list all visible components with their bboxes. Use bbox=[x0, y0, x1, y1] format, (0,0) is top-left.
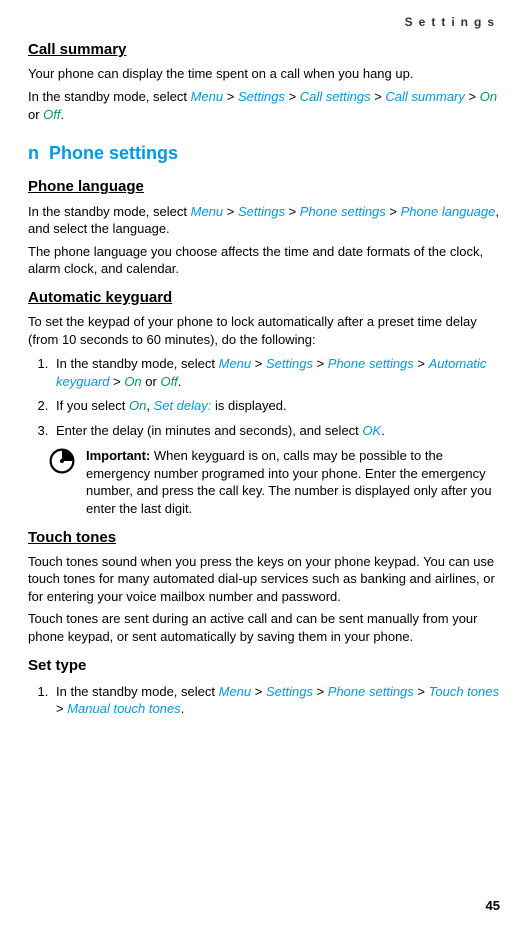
sep: > bbox=[313, 684, 328, 699]
sep: > bbox=[386, 204, 401, 219]
sep: > bbox=[251, 356, 266, 371]
text: . bbox=[381, 423, 385, 438]
on-option: On bbox=[480, 89, 497, 104]
list-item: In the standby mode, select Menu > Setti… bbox=[52, 683, 500, 718]
phone-settings-link: Phone settings bbox=[300, 204, 386, 219]
call-summary-path: In the standby mode, select Menu > Setti… bbox=[28, 88, 500, 123]
phone-language-note: The phone language you choose affects th… bbox=[28, 243, 500, 278]
heading-touch-tones: Touch tones bbox=[28, 528, 500, 548]
off-option: Off bbox=[43, 107, 60, 122]
settings-link: Settings bbox=[266, 356, 313, 371]
touch-tones-link: Touch tones bbox=[429, 684, 499, 699]
settings-link: Settings bbox=[238, 204, 285, 219]
text: In the standby mode, select bbox=[56, 356, 219, 371]
important-label: Important: bbox=[86, 448, 150, 463]
sep: > bbox=[251, 684, 266, 699]
set-delay-link: Set delay: bbox=[154, 398, 212, 413]
phone-settings-link: Phone settings bbox=[328, 684, 414, 699]
text: If you select bbox=[56, 398, 129, 413]
sep: > bbox=[414, 684, 429, 699]
sep: > bbox=[313, 356, 328, 371]
phone-settings-link: Phone settings bbox=[328, 356, 414, 371]
sep: > bbox=[223, 89, 238, 104]
menu-link: Menu bbox=[219, 356, 252, 371]
text: In the standby mode, select bbox=[28, 204, 191, 219]
heading-automatic-keyguard: Automatic keyguard bbox=[28, 288, 500, 308]
settings-link: Settings bbox=[266, 684, 313, 699]
text: , bbox=[146, 398, 153, 413]
important-note: Important: When keyguard is on, calls ma… bbox=[48, 447, 500, 517]
text: In the standby mode, select bbox=[28, 89, 191, 104]
important-icon bbox=[48, 447, 76, 517]
sep: > bbox=[465, 89, 480, 104]
touch-tones-p1: Touch tones sound when you press the key… bbox=[28, 553, 500, 606]
list-item: In the standby mode, select Menu > Setti… bbox=[52, 355, 500, 390]
sep: > bbox=[56, 701, 67, 716]
page-number: 45 bbox=[486, 897, 500, 915]
off-option: Off bbox=[160, 374, 177, 389]
text: In the standby mode, select bbox=[56, 684, 219, 699]
list-item: Enter the delay (in minutes and seconds)… bbox=[52, 422, 500, 440]
text: . bbox=[178, 374, 182, 389]
call-summary-link: Call summary bbox=[385, 89, 464, 104]
text: . bbox=[61, 107, 65, 122]
call-summary-desc: Your phone can display the time spent on… bbox=[28, 65, 500, 83]
text: is displayed. bbox=[211, 398, 286, 413]
phone-language-path: In the standby mode, select Menu > Setti… bbox=[28, 203, 500, 238]
heading-call-summary: Call summary bbox=[28, 40, 500, 60]
sep: > bbox=[371, 89, 386, 104]
ok-link: OK bbox=[362, 423, 381, 438]
heading-phone-language: Phone language bbox=[28, 177, 500, 197]
manual-touch-tones-link: Manual touch tones bbox=[67, 701, 180, 716]
on-option: On bbox=[124, 374, 141, 389]
menu-link: Menu bbox=[191, 89, 224, 104]
menu-link: Menu bbox=[191, 204, 224, 219]
keyguard-intro: To set the keypad of your phone to lock … bbox=[28, 313, 500, 348]
settings-link: Settings bbox=[238, 89, 285, 104]
on-option: On bbox=[129, 398, 146, 413]
keyguard-steps: In the standby mode, select Menu > Setti… bbox=[28, 355, 500, 439]
sep: > bbox=[414, 356, 429, 371]
text: or bbox=[28, 107, 43, 122]
sep: > bbox=[285, 89, 300, 104]
heading-set-type: Set type bbox=[28, 656, 500, 676]
text: . bbox=[181, 701, 185, 716]
text: Enter the delay (in minutes and seconds)… bbox=[56, 423, 362, 438]
page-header: Settings bbox=[28, 14, 500, 30]
touch-tones-p2: Touch tones are sent during an active ca… bbox=[28, 610, 500, 645]
important-text: Important: When keyguard is on, calls ma… bbox=[86, 447, 500, 517]
phone-language-link: Phone language bbox=[401, 204, 496, 219]
sep: > bbox=[223, 204, 238, 219]
call-settings-link: Call settings bbox=[300, 89, 371, 104]
chapter-title: Phone settings bbox=[49, 143, 178, 163]
sep: > bbox=[109, 374, 124, 389]
set-type-steps: In the standby mode, select Menu > Setti… bbox=[28, 683, 500, 718]
sep: > bbox=[285, 204, 300, 219]
list-item: If you select On, Set delay: is displaye… bbox=[52, 397, 500, 415]
chapter-phone-settings: n Phone settings bbox=[28, 141, 500, 165]
chapter-marker: n bbox=[28, 143, 39, 163]
menu-link: Menu bbox=[219, 684, 252, 699]
text: or bbox=[142, 374, 161, 389]
